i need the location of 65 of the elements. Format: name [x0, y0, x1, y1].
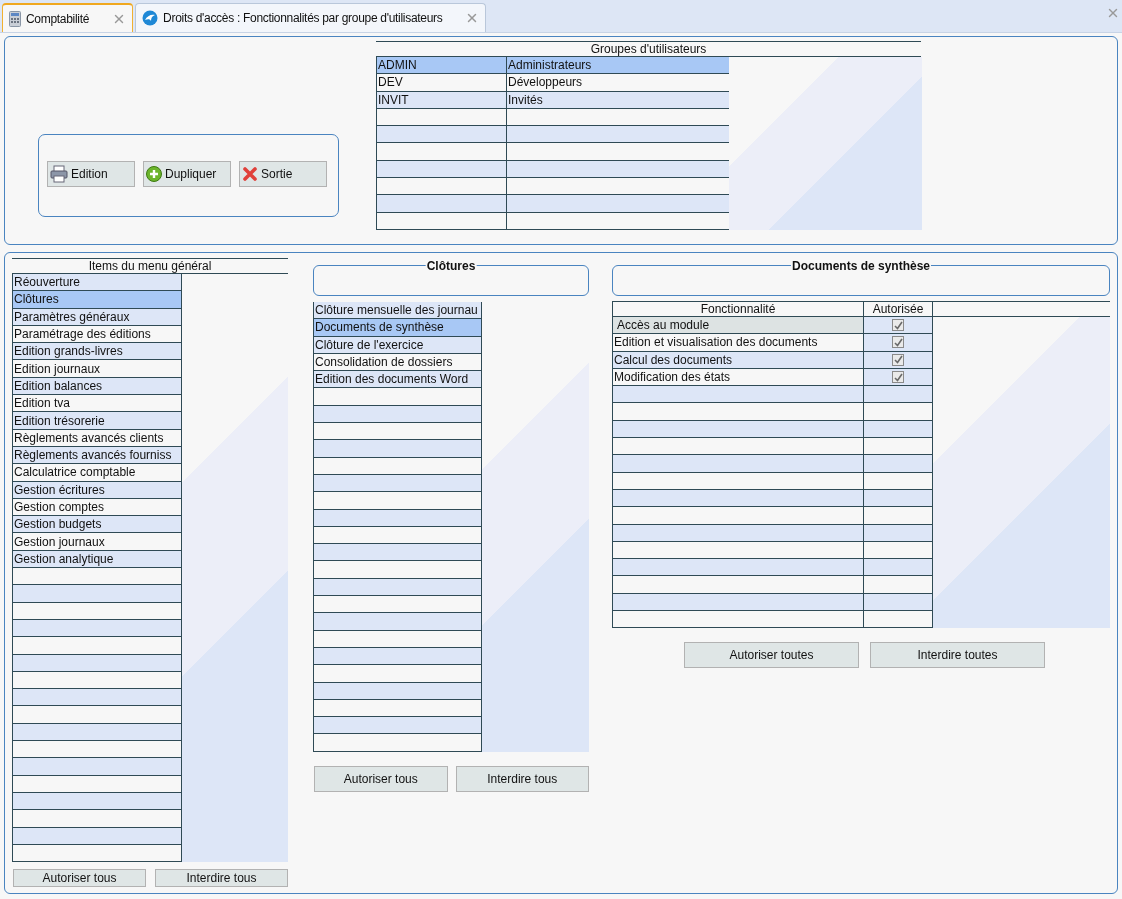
table-button[interactable]: Interdire toutes [870, 642, 1045, 669]
list-row[interactable]: Edition tva [13, 395, 182, 413]
list-row[interactable]: Clôtures [13, 291, 182, 309]
group-row[interactable]: DEV Développeurs [377, 74, 729, 92]
checkbox[interactable] [892, 319, 904, 332]
checkbox[interactable] [892, 336, 904, 349]
list-item-label: Calculatrice comptable [14, 464, 136, 481]
cross-icon [242, 165, 258, 182]
list-row[interactable]: Gestion budgets [13, 516, 182, 534]
plus-circle-icon [146, 165, 162, 182]
list-row[interactable]: Edition trésorerie [13, 412, 182, 430]
action-button[interactable]: Sortie [239, 160, 327, 187]
list-item-label: Réouverture [14, 274, 81, 291]
action-button[interactable]: Edition [47, 160, 135, 187]
list-row[interactable]: Réouverture [13, 274, 182, 292]
list-item-label: Clôture de l'exercice [315, 336, 424, 353]
list-row[interactable]: Documents de synthèse [314, 319, 482, 337]
table-header: Items du menu général [12, 258, 288, 274]
tab[interactable]: Comptabilité [2, 3, 134, 32]
action-button[interactable]: Dupliquer [143, 160, 231, 187]
column-header: Autorisée [864, 302, 933, 316]
list-row[interactable]: Edition journaux [13, 360, 182, 378]
group-title: Documents de synthèse [791, 259, 931, 273]
group-row[interactable]: ADMIN Administrateurs [377, 57, 729, 75]
feature-cell[interactable]: Accès au module [613, 317, 864, 334]
list-item-label: Consolidation de dossiers [315, 354, 453, 371]
list-button[interactable]: Autoriser tous [314, 765, 448, 792]
printer-icon [50, 164, 68, 183]
list-item-label: Edition trésorerie [14, 412, 105, 429]
list-item-label: Gestion budgets [14, 516, 102, 533]
list-button[interactable]: Autoriser tous [13, 869, 146, 888]
list-item-label: Gestion écritures [14, 481, 105, 498]
list-item-label: Gestion analytique [14, 550, 114, 567]
list-item-label: Gestion comptes [14, 499, 105, 515]
tab[interactable]: Droits d'accès : Fonctionnalités par groupe d'utilisateurs [135, 3, 487, 32]
group-code: ADMIN [378, 57, 417, 74]
list-button[interactable]: Interdire tous [455, 765, 589, 792]
list-item-label: Documents de synthèse [315, 319, 444, 336]
list-item-label: Edition grands-livres [14, 343, 123, 360]
list-item-label: Paramètres généraux [14, 308, 130, 325]
group-name: Administrateurs [508, 57, 592, 74]
group-name: Invités [508, 91, 543, 108]
table-header: Groupes d'utilisateurs [376, 41, 921, 57]
list-item-label: Edition tva [14, 395, 71, 412]
group-name: Développeurs [508, 74, 583, 91]
group-code: INVIT [378, 91, 409, 108]
bird-logo-icon [142, 10, 159, 26]
list-item-label: Clôtures [14, 291, 59, 308]
list-item-label: Règlements avancés clients [14, 429, 164, 446]
list-button[interactable]: Interdire tous [155, 869, 288, 888]
column-header: Fonctionnalité [613, 302, 864, 316]
group-title: Clôtures [425, 259, 477, 273]
table-button[interactable]: Autoriser toutes [684, 642, 859, 669]
list-item-label: Paramétrage des éditions [14, 326, 151, 343]
list-row[interactable]: Calculatrice comptable [13, 464, 182, 482]
checkbox[interactable] [892, 371, 904, 384]
calculator-icon [9, 10, 21, 27]
list-item-label: Règlements avancés fourniss [14, 447, 172, 464]
list-item-label: Edition journaux [14, 360, 101, 377]
list-row[interactable]: Gestion journaux [13, 533, 182, 551]
list-item-label: Edition balances [14, 377, 103, 394]
checkbox[interactable] [892, 353, 904, 366]
list-item-label: Gestion journaux [14, 533, 105, 550]
group-code: DEV [378, 74, 403, 91]
list-row[interactable]: Edition grands-livres [13, 343, 182, 361]
